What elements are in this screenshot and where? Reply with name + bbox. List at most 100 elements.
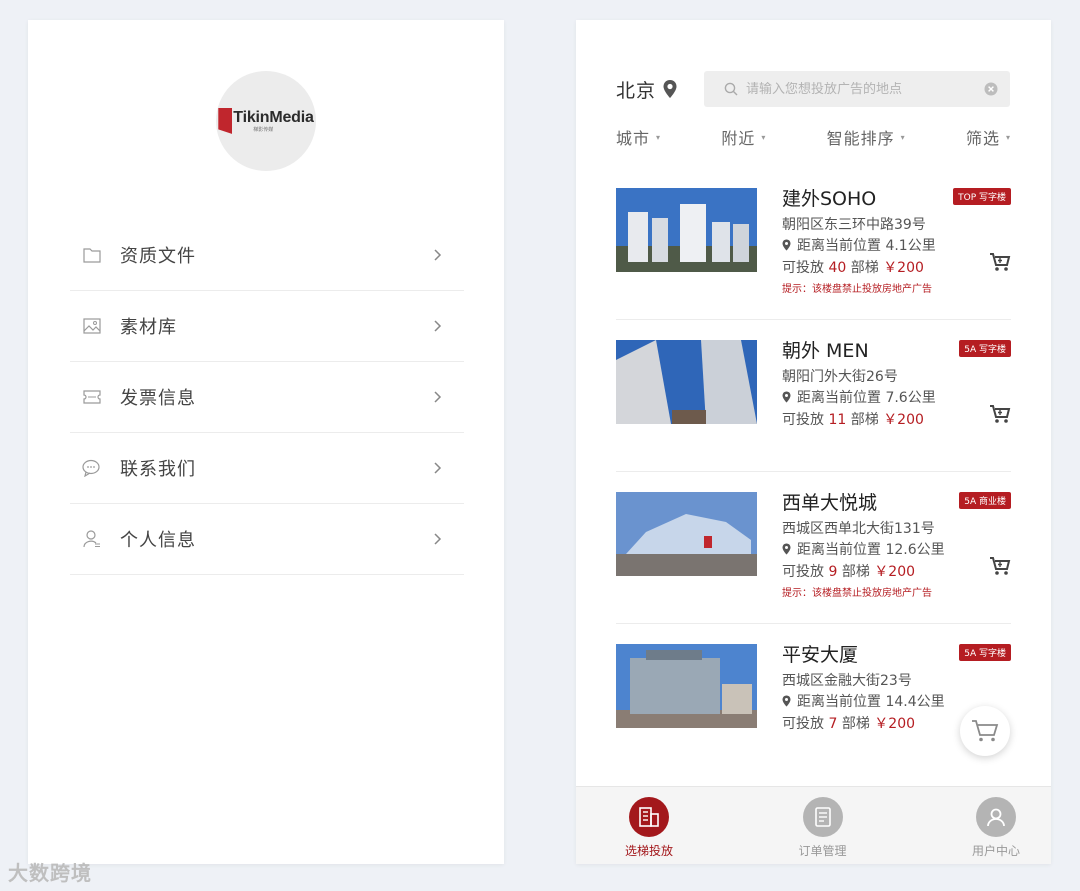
building-photo — [616, 188, 757, 272]
filter-bar: 城市 ▾ 附近 ▾ 智能排序 ▾ 筛选 ▾ — [616, 124, 1011, 150]
listing-tag-badge: 5A 写字楼 — [959, 340, 1011, 357]
listing-item[interactable]: 平安大厦 5A 写字楼 西城区金融大街23号 距离当前位置 14.4公里 可投放… — [616, 624, 1011, 776]
chevron-right-icon — [428, 533, 448, 545]
filter-label: 附近 — [721, 129, 756, 148]
availability-label: 可投放 — [782, 716, 824, 732]
menu-item-label: 素材库 — [120, 317, 177, 338]
city-selector[interactable]: 北京 — [616, 76, 656, 103]
caret-down-icon: ▾ — [761, 132, 767, 142]
listing-title: 平安大厦 — [782, 644, 859, 666]
availability-label: 可投放 — [782, 412, 824, 428]
elevator-unit: 部梯 — [841, 716, 870, 732]
elevator-count: 9 — [828, 564, 838, 580]
listing-price: ￥200 — [874, 564, 916, 580]
listing-address: 朝阳区东三环中路39号 — [782, 217, 926, 233]
listing-warning: 提示：该楼盘禁止投放房地产广告 — [782, 284, 932, 295]
listing-title: 建外SOHO — [782, 188, 877, 210]
distance-text: 距离当前位置 12.6公里 — [797, 542, 945, 558]
invoice-icon — [82, 387, 102, 407]
menu-item-qualification-files[interactable]: 资质文件 — [70, 220, 464, 291]
listing-availability: 可投放 11 部梯 ￥200 — [782, 409, 924, 429]
tab-label: 订单管理 — [798, 844, 847, 858]
menu-item-label: 个人信息 — [120, 530, 196, 551]
filter-screen[interactable]: 筛选 ▾ — [966, 125, 1011, 149]
cart-icon[interactable] — [989, 252, 1011, 272]
elevator-unit: 部梯 — [850, 412, 879, 428]
listing-address: 朝阳门外大街26号 — [782, 369, 898, 385]
search-input[interactable] — [746, 81, 984, 97]
listing-availability: 可投放 9 部梯 ￥200 — [782, 561, 915, 581]
menu-item-label: 资质文件 — [120, 246, 196, 267]
tab-user-center[interactable]: 用户中心 — [961, 787, 1031, 864]
listing-address: 西城区西单北大街131号 — [782, 521, 935, 537]
building-photo — [616, 644, 757, 728]
user-icon — [976, 797, 1016, 837]
watermark: 大数跨境 — [8, 857, 92, 886]
listing-availability: 可投放 40 部梯 ￥200 — [782, 257, 924, 277]
search-icon — [724, 82, 738, 96]
location-pin-icon — [782, 239, 791, 251]
listing-item[interactable]: 西单大悦城 5A 商业楼 西城区西单北大街131号 距离当前位置 12.6公里 … — [616, 472, 1011, 624]
listing-item[interactable]: 朝外 MEN 5A 写字楼 朝阳门外大街26号 距离当前位置 7.6公里 可投放… — [616, 320, 1011, 472]
availability-label: 可投放 — [782, 564, 824, 580]
tab-select-elevator[interactable]: 选梯投放 — [614, 787, 684, 864]
menu-item-invoice-info[interactable]: 发票信息 — [70, 362, 464, 433]
filter-city[interactable]: 城市 ▾ — [616, 125, 661, 149]
document-icon — [802, 797, 843, 837]
listing-warning: 提示：该楼盘禁止投放房地产广告 — [782, 588, 932, 599]
floating-cart-button[interactable] — [960, 706, 1010, 756]
listing-tag-badge: TOP 写字楼 — [953, 188, 1011, 205]
listing-price: ￥200 — [883, 260, 924, 276]
listing-title: 朝外 MEN — [782, 340, 869, 362]
listing-distance: 距离当前位置 4.1公里 — [782, 235, 936, 255]
availability-label: 可投放 — [782, 260, 824, 276]
listing-tag-badge: 5A 写字楼 — [959, 644, 1011, 661]
chevron-right-icon — [428, 391, 448, 403]
search-bar — [704, 71, 1010, 107]
listing-distance: 距离当前位置 7.6公里 — [782, 387, 936, 407]
listing-price: ￥200 — [883, 412, 924, 428]
building-icon — [629, 797, 669, 837]
listing-price: ￥200 — [874, 716, 916, 732]
filter-label: 智能排序 — [826, 129, 895, 148]
chevron-right-icon — [428, 249, 448, 261]
listing-screen: 北京 城市 ▾ 附近 ▾ 智能排序 ▾ 筛选 ▾ — [576, 20, 1051, 864]
caret-down-icon: ▾ — [900, 132, 906, 142]
cart-icon[interactable] — [989, 556, 1011, 576]
filter-nearby[interactable]: 附近 ▾ — [721, 125, 766, 149]
elevator-count: 40 — [828, 260, 847, 276]
bottom-tab-bar: 选梯投放 订单管理 用户中心 — [576, 786, 1051, 864]
chevron-right-icon — [428, 320, 448, 332]
elevator-count: 11 — [828, 412, 847, 428]
filter-smart-sort[interactable]: 智能排序 ▾ — [827, 125, 906, 149]
watermark-text: 大数跨境 — [8, 861, 92, 885]
cart-icon — [972, 720, 999, 742]
listing-distance: 距离当前位置 14.4公里 — [782, 691, 945, 711]
elevator-unit: 部梯 — [850, 260, 879, 276]
listing-availability: 可投放 7 部梯 ￥200 — [782, 713, 915, 733]
clear-icon[interactable] — [984, 82, 998, 96]
menu-item-personal-info[interactable]: 个人信息 — [70, 504, 464, 575]
menu-item-material-library[interactable]: 素材库 — [70, 291, 464, 362]
location-pin-icon — [782, 695, 791, 707]
folder-icon — [82, 245, 102, 265]
chevron-right-icon — [428, 462, 448, 474]
location-pin-icon[interactable] — [662, 79, 678, 99]
chat-icon — [82, 458, 102, 478]
building-photo — [616, 340, 757, 424]
elevator-count: 7 — [828, 716, 838, 732]
distance-text: 距离当前位置 14.4公里 — [797, 694, 945, 710]
listing-item[interactable]: 建外SOHO TOP 写字楼 朝阳区东三环中路39号 距离当前位置 4.1公里 … — [616, 168, 1011, 320]
cart-icon[interactable] — [989, 404, 1011, 424]
elevator-unit: 部梯 — [841, 564, 870, 580]
top-bar: 北京 — [616, 71, 1010, 107]
caret-down-icon: ▾ — [656, 132, 662, 142]
location-pin-icon — [782, 391, 791, 403]
menu-item-label: 联系我们 — [120, 459, 196, 480]
listing-distance: 距离当前位置 12.6公里 — [782, 539, 945, 559]
profile-menu: 资质文件 素材库 发票信息 联系我们 个人信息 — [70, 220, 464, 575]
filter-label: 城市 — [616, 129, 651, 148]
tab-order-management[interactable]: 订单管理 — [788, 787, 858, 864]
distance-text: 距离当前位置 7.6公里 — [797, 390, 936, 406]
menu-item-contact-us[interactable]: 联系我们 — [70, 433, 464, 504]
